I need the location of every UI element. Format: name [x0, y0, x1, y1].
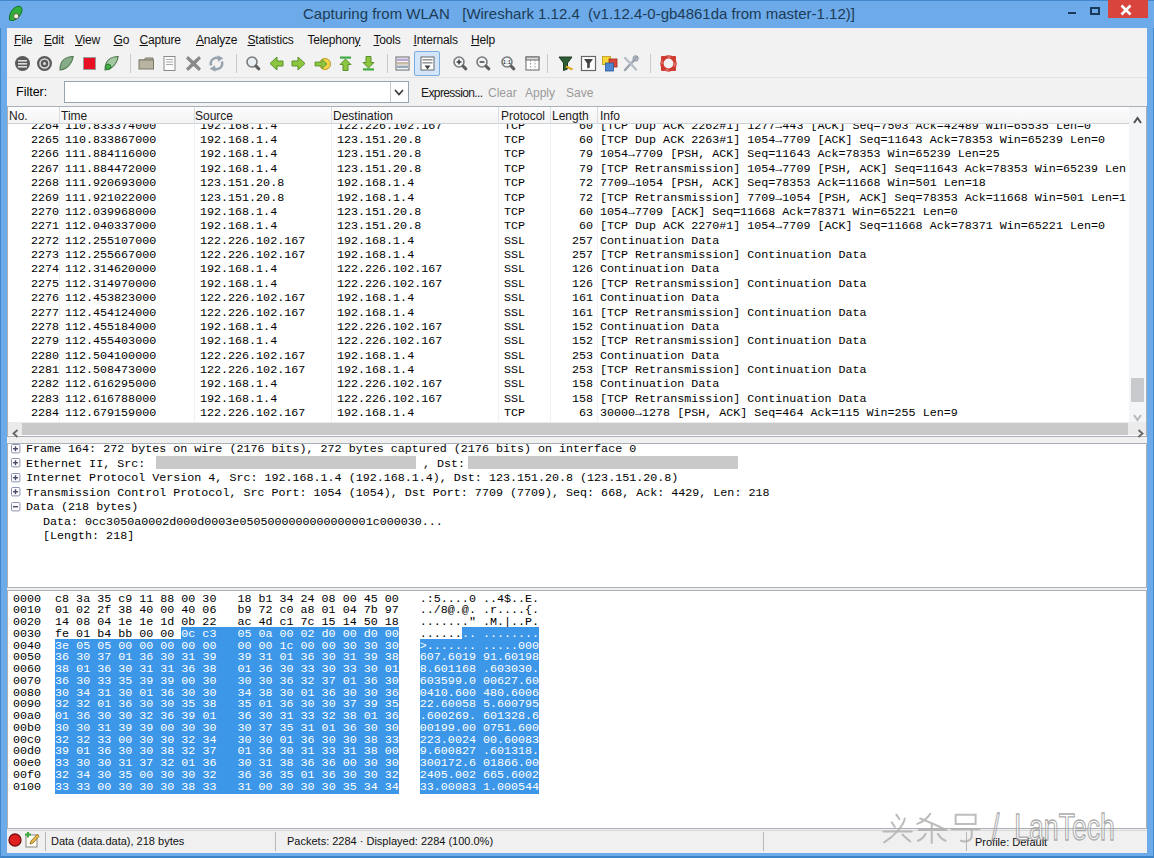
- svg-text:1:1: 1:1: [503, 59, 512, 65]
